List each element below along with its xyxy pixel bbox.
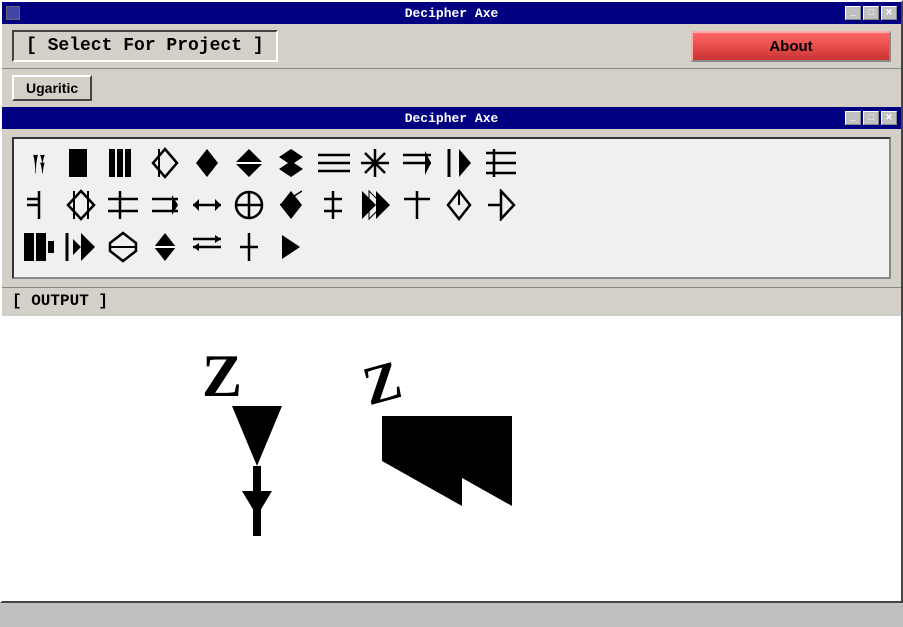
app-icon [6,6,20,20]
symbol-1-6[interactable] [232,147,266,185]
symbol-1-1[interactable]: 𒀀 [22,155,56,177]
about-button[interactable]: About [691,31,891,62]
app-title: Decipher Axe [405,6,499,21]
symbol-1-12[interactable] [484,147,518,185]
output-svg: Z Z [2,316,903,596]
output-area: Z Z [2,314,901,601]
symbol-3-6[interactable] [232,231,266,269]
symbol-1-10[interactable] [400,147,434,185]
select-for-project-button[interactable]: [ Select For Project ] [12,30,278,62]
app-title-2: Decipher Axe [405,111,499,126]
symbol-3-1[interactable] [22,231,56,269]
minimize-button-2[interactable]: _ [845,111,861,125]
symbol-1-4[interactable] [148,147,182,185]
symbol-3-2[interactable] [64,231,98,269]
title-bar-2: Decipher Axe _ □ ✕ [2,107,901,129]
symbol-2-6[interactable] [232,189,266,227]
language-bar: Ugaritic [2,69,901,107]
symbol-1-8[interactable] [316,147,350,185]
symbol-2-1[interactable] [22,189,56,227]
symbol-row-1: 𒀀 [22,147,881,185]
symbol-2-7[interactable] [274,189,308,227]
symbol-2-12[interactable] [484,189,518,227]
title-bar-controls: _ □ ✕ [845,6,897,20]
title-bar: Decipher Axe _ □ ✕ [2,2,901,24]
close-button-2[interactable]: ✕ [881,111,897,125]
symbol-2-8[interactable] [316,189,350,227]
symbol-row-2 [22,189,881,227]
symbol-1-7[interactable] [274,147,308,185]
svg-text:Z: Z [202,343,242,409]
symbol-2-9[interactable] [358,189,392,227]
symbol-3-7[interactable] [274,231,308,269]
cuneiform-symbol-grid: 𒀀 [12,137,891,279]
close-button[interactable]: ✕ [881,6,897,20]
symbol-2-5[interactable] [190,189,224,227]
symbol-1-3[interactable] [106,147,140,185]
symbol-1-5[interactable] [190,147,224,185]
symbol-1-11[interactable] [442,147,476,185]
output-bar: [ OUTPUT ] [2,287,901,314]
maximize-button[interactable]: □ [863,6,879,20]
maximize-button-2[interactable]: □ [863,111,879,125]
symbol-row-3 [22,231,881,269]
language-button[interactable]: Ugaritic [12,75,92,101]
minimize-button[interactable]: _ [845,6,861,20]
symbol-2-2[interactable] [64,189,98,227]
symbol-1-2[interactable] [64,147,98,185]
symbol-2-10[interactable] [400,189,434,227]
symbol-1-9[interactable] [358,147,392,185]
symbol-3-4[interactable] [148,231,182,269]
title-bar-2-controls: _ □ ✕ [845,111,897,125]
symbol-2-11[interactable] [442,189,476,227]
symbol-2-4[interactable] [148,189,182,227]
main-toolbar: [ Select For Project ] About [2,24,901,69]
symbol-3-3[interactable] [106,231,140,269]
symbol-2-3[interactable] [106,189,140,227]
output-label: [ OUTPUT ] [12,292,108,310]
symbol-3-5[interactable] [190,231,224,269]
svg-text:Z: Z [356,348,407,416]
